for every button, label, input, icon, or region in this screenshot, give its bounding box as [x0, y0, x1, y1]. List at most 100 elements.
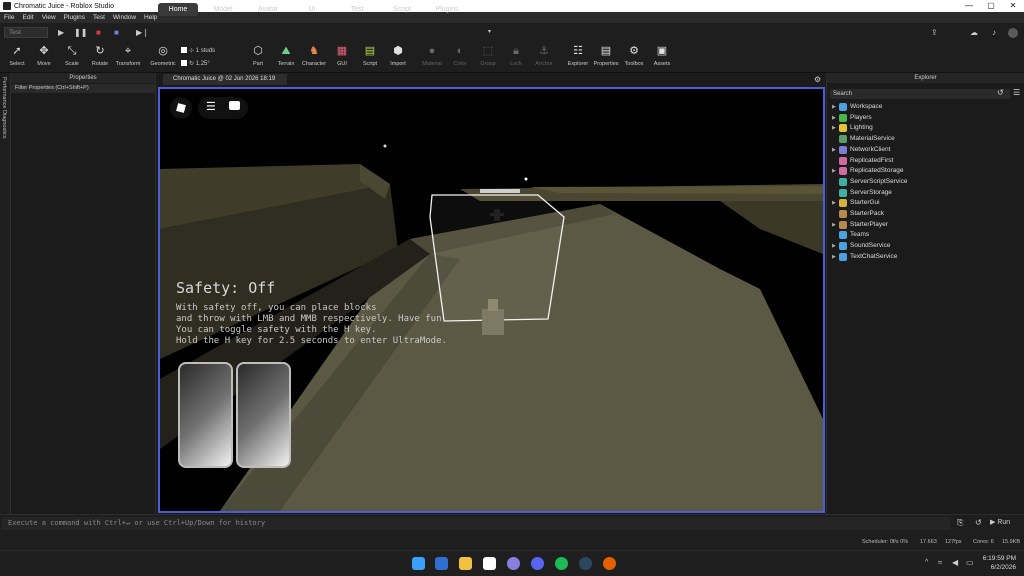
- snap-move-control[interactable]: ⊹ 1 studs: [181, 47, 215, 54]
- step-icon[interactable]: ▶❘: [136, 27, 149, 38]
- chat-icon[interactable]: [229, 101, 240, 110]
- explorer-item[interactable]: ▶ Lighting: [832, 123, 873, 133]
- run-button[interactable]: ▶ Run: [990, 518, 1010, 526]
- expand-arrow-icon[interactable]: ▶: [832, 166, 839, 176]
- tab-avatar[interactable]: Avatar: [250, 3, 286, 16]
- file-explorer-icon[interactable]: [459, 557, 472, 570]
- explorer-item[interactable]: ReplicatedFirst: [832, 156, 893, 166]
- maximize-button[interactable]: ▢: [980, 0, 1002, 12]
- explorer-item[interactable]: MaterialService: [832, 134, 895, 144]
- add-tab-icon[interactable]: ▾: [488, 27, 491, 38]
- client-server-icon[interactable]: ■: [114, 27, 119, 38]
- explorer-item[interactable]: ▶ StarterPlayer: [832, 220, 888, 230]
- explorer-item[interactable]: ServerStorage: [832, 188, 892, 198]
- explorer-search-input[interactable]: Search: [830, 89, 1010, 99]
- tab-ui[interactable]: UI: [298, 3, 326, 16]
- explorer-item[interactable]: ▶ Players: [832, 113, 872, 123]
- expand-arrow-icon[interactable]: ▶: [832, 220, 839, 230]
- expand-arrow-icon[interactable]: ▶: [832, 198, 839, 208]
- service-icon: [839, 188, 847, 197]
- explorer-item[interactable]: ▶ Workspace: [832, 102, 882, 112]
- firefox-icon[interactable]: [603, 557, 616, 570]
- document-tab[interactable]: Chromatic Juice @ 02 Jun 2026 18:19 ✕: [163, 74, 287, 93]
- tab-script[interactable]: Script: [385, 3, 419, 16]
- app-icon[interactable]: [435, 557, 448, 570]
- tab-plugins[interactable]: Plugins: [428, 3, 466, 16]
- cloud-icon[interactable]: ☁: [970, 27, 978, 38]
- pause-icon[interactable]: ❚❚: [74, 27, 87, 38]
- wifi-icon[interactable]: ≈: [938, 558, 942, 567]
- notification-bell-icon[interactable]: ♪: [992, 27, 996, 38]
- explorer-item[interactable]: ServerScriptService: [832, 177, 907, 187]
- expand-arrow-icon[interactable]: ▶: [832, 145, 839, 155]
- snap-rotate-checkbox[interactable]: [181, 60, 187, 67]
- test-mode-dropdown[interactable]: Test: [4, 27, 48, 38]
- menu-edit[interactable]: Edit: [18, 14, 37, 21]
- menu-window[interactable]: Window: [109, 14, 140, 21]
- roblox-menu-button[interactable]: [170, 97, 192, 119]
- hamburger-menu-icon[interactable]: ☰: [206, 100, 216, 113]
- explorer-item[interactable]: Teams: [832, 230, 869, 240]
- explorer-item-label: ReplicatedFirst: [850, 156, 894, 164]
- explorer-menu-icon[interactable]: ☰: [1013, 88, 1020, 97]
- spotify-icon[interactable]: [555, 557, 568, 570]
- menu-file[interactable]: File: [0, 14, 18, 21]
- explorer-item[interactable]: ▶ StarterGui: [832, 198, 880, 208]
- assets-button[interactable]: ▣ Assets: [646, 44, 678, 67]
- volume-icon[interactable]: ◀: [952, 558, 958, 567]
- play-icon[interactable]: ▶: [58, 27, 64, 38]
- tab-home[interactable]: Home: [158, 3, 198, 16]
- menu-plugins[interactable]: Plugins: [60, 14, 89, 21]
- stop-icon[interactable]: ■: [96, 27, 101, 38]
- safety-help-line: Hold the H key for 2.5 seconds to enter …: [176, 336, 447, 346]
- import-button[interactable]: ⬢ Import: [382, 44, 414, 67]
- tray-chevron-icon[interactable]: ^: [925, 559, 928, 566]
- snap-move-checkbox[interactable]: [181, 47, 187, 54]
- viewport-settings-gear-icon[interactable]: ⚙: [814, 74, 821, 85]
- transform-tool-button[interactable]: ⌖ Transform: [112, 44, 144, 67]
- menu-view[interactable]: View: [38, 14, 60, 21]
- explorer-item[interactable]: StarterPack: [832, 209, 884, 219]
- game-viewport[interactable]: ☰ Safety: Off With safety off, you can p…: [158, 87, 825, 513]
- mobile-action-button-left[interactable]: [178, 362, 233, 468]
- share-icon[interactable]: ⇪: [931, 27, 938, 38]
- expand-arrow-icon[interactable]: ▶: [832, 113, 839, 123]
- steam-icon[interactable]: [579, 557, 592, 570]
- expand-arrow-icon[interactable]: ▶: [832, 102, 839, 112]
- title-bar: Chromatic Juice - Roblox Studio — ▢ ✕: [0, 0, 1024, 12]
- tab-test[interactable]: Test: [340, 3, 374, 16]
- service-icon: [839, 113, 847, 122]
- windows-start-icon[interactable]: [412, 557, 425, 570]
- explorer-item-label: Teams: [850, 231, 870, 239]
- bookmark-icon[interactable]: ⎘: [957, 518, 963, 528]
- close-button[interactable]: ✕: [1002, 0, 1024, 12]
- avatar[interactable]: [1008, 28, 1018, 38]
- minimize-button[interactable]: —: [958, 0, 980, 12]
- filter-properties-input[interactable]: Filter Properties (Ctrl+Shift+P): [11, 84, 155, 93]
- system-clock[interactable]: 6:19:59 PM 6/2/2026: [983, 554, 1016, 572]
- command-input[interactable]: Execute a command with Ctrl+↵ or use Ctr…: [2, 517, 950, 530]
- left-dock-strip: Performance Diagnostics: [0, 73, 11, 514]
- explorer-item[interactable]: ▶ SoundService: [832, 241, 890, 251]
- fps-status: 127fps: [945, 539, 962, 545]
- app-icon[interactable]: [507, 557, 520, 570]
- explorer-item[interactable]: ▶ ReplicatedStorage: [832, 166, 903, 176]
- explorer-item[interactable]: ▶ TextChatService: [832, 252, 897, 262]
- expand-arrow-icon[interactable]: ▶: [832, 123, 839, 133]
- anchor-button[interactable]: ⚓︎ Anchor: [528, 44, 560, 67]
- explorer-item-label: SoundService: [850, 242, 891, 250]
- roblox-studio-taskbar-icon[interactable]: [483, 557, 496, 570]
- tab-model[interactable]: Model: [205, 3, 241, 16]
- discord-icon[interactable]: [531, 557, 544, 570]
- history-icon[interactable]: ↺: [975, 518, 982, 527]
- snap-rotate-control[interactable]: ↻ 1.25°: [181, 60, 210, 67]
- history-icon[interactable]: ↺: [997, 88, 1004, 97]
- battery-icon[interactable]: ▭: [966, 558, 974, 567]
- performance-diagnostics-tab[interactable]: Performance Diagnostics: [1, 77, 7, 138]
- geometric-tool-button[interactable]: ◎ Geometric: [147, 44, 179, 67]
- mobile-action-button-right[interactable]: [236, 362, 291, 468]
- expand-arrow-icon[interactable]: ▶: [832, 241, 839, 251]
- expand-arrow-icon[interactable]: ▶: [832, 252, 839, 262]
- menu-test[interactable]: Test: [89, 14, 109, 21]
- explorer-item[interactable]: ▶ NetworkClient: [832, 145, 890, 155]
